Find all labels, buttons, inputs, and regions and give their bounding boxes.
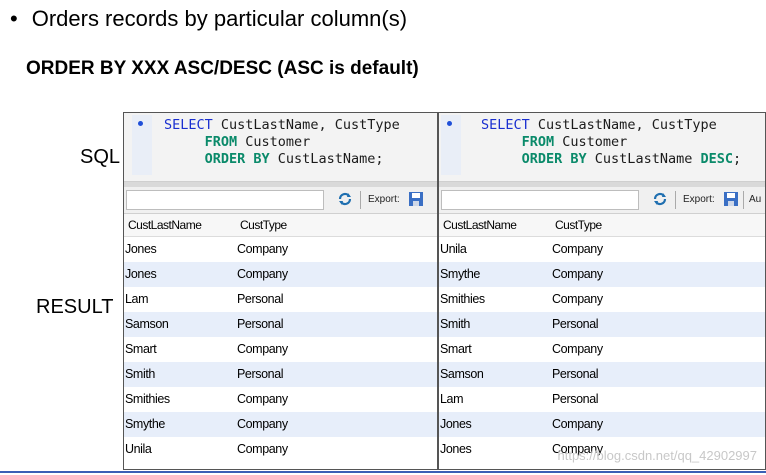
sql-label: SQL bbox=[80, 146, 121, 168]
line-marker bbox=[132, 115, 152, 175]
table-row[interactable]: Smithies Company bbox=[439, 287, 765, 312]
filter-input[interactable] bbox=[441, 190, 639, 210]
export-label[interactable]: Export: bbox=[368, 194, 400, 205]
export-label[interactable]: Export: bbox=[683, 194, 715, 205]
subheading: ORDER BY XXX ASC/DESC (ASC is default) bbox=[26, 58, 419, 79]
table-row[interactable]: Lam Personal bbox=[124, 287, 437, 312]
table-row[interactable]: Smith Personal bbox=[439, 312, 765, 337]
bullet-line: • Orders records by particular column(s) bbox=[10, 6, 407, 32]
result-label: RESULT bbox=[36, 296, 114, 318]
breakpoint-dot-icon bbox=[138, 121, 143, 126]
grid-header: CustLastName CustType bbox=[124, 214, 437, 237]
result-toolbar: Export: Au bbox=[439, 187, 765, 214]
bullet-marker: • bbox=[10, 6, 18, 31]
refresh-icon[interactable] bbox=[651, 190, 669, 208]
table-row[interactable]: Smithies Company bbox=[124, 387, 437, 412]
table-row[interactable]: Unila Company bbox=[439, 237, 765, 262]
table-row[interactable]: Jones Company bbox=[124, 262, 437, 287]
sql-editor[interactable]: SELECT CustLastName, CustType FROM Custo… bbox=[439, 113, 765, 182]
table-row[interactable]: Smythe Company bbox=[124, 412, 437, 437]
bullet-text: Orders records by particular column(s) bbox=[31, 6, 408, 31]
result-toolbar: Export: bbox=[124, 187, 437, 214]
table-row[interactable]: Smith Personal bbox=[124, 362, 437, 387]
grid-header: CustLastName CustType bbox=[439, 214, 765, 237]
table-row[interactable]: Smart Company bbox=[124, 337, 437, 362]
export-icon[interactable] bbox=[723, 191, 739, 207]
table-row[interactable]: Smythe Company bbox=[439, 262, 765, 287]
column-header[interactable]: CustType bbox=[236, 214, 324, 236]
autofit-label[interactable]: Au bbox=[749, 194, 761, 205]
toolbar-separator bbox=[743, 191, 744, 209]
table-row[interactable]: Samson Personal bbox=[124, 312, 437, 337]
column-header[interactable]: CustLastName bbox=[439, 214, 551, 236]
column-header[interactable]: CustType bbox=[551, 214, 639, 236]
column-header[interactable]: CustLastName bbox=[124, 214, 236, 236]
left-query-panel: SELECT CustLastName, CustType FROM Custo… bbox=[123, 112, 438, 470]
toolbar-separator bbox=[675, 191, 676, 209]
table-row[interactable]: Unila Company bbox=[124, 437, 437, 462]
table-row[interactable]: Jones Company bbox=[124, 237, 437, 262]
sql-code: SELECT CustLastName, CustType FROM Custo… bbox=[481, 117, 742, 167]
slide-bottom-rule bbox=[0, 471, 766, 473]
filter-input[interactable] bbox=[126, 190, 324, 210]
table-row[interactable]: Jones Company bbox=[439, 412, 765, 437]
watermark: https://blog.csdn.net/qq_42902997 bbox=[557, 448, 758, 463]
result-grid: CustLastName CustType Jones Company Jones… bbox=[124, 214, 437, 462]
line-marker bbox=[441, 115, 461, 175]
sql-editor[interactable]: SELECT CustLastName, CustType FROM Custo… bbox=[124, 113, 437, 182]
sql-code: SELECT CustLastName, CustType FROM Custo… bbox=[164, 117, 400, 167]
toolbar-separator bbox=[360, 191, 361, 209]
export-icon[interactable] bbox=[408, 191, 424, 207]
refresh-icon[interactable] bbox=[336, 190, 354, 208]
right-query-panel: SELECT CustLastName, CustType FROM Custo… bbox=[438, 112, 766, 470]
breakpoint-dot-icon bbox=[447, 121, 452, 126]
table-row[interactable]: Samson Personal bbox=[439, 362, 765, 387]
result-grid: CustLastName CustType Unila Company Smyth… bbox=[439, 214, 765, 462]
table-row[interactable]: Smart Company bbox=[439, 337, 765, 362]
table-row[interactable]: Lam Personal bbox=[439, 387, 765, 412]
